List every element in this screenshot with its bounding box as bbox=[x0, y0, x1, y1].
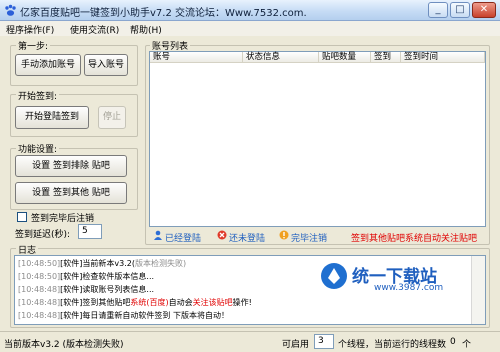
paw-icon bbox=[5, 4, 16, 16]
person-icon bbox=[153, 230, 163, 240]
watermark-url: www.3987.com bbox=[374, 283, 444, 293]
logout-after-label: 签到完毕后注销 bbox=[31, 214, 95, 224]
not-logged-in-link[interactable]: 还未登陆 bbox=[229, 231, 265, 244]
log-line: [10:48:48][软件]每日请重新自动软件签到 下版本将自动！ bbox=[18, 311, 229, 320]
delay-label: 签到延迟(秒): bbox=[15, 230, 71, 240]
log-line: [10:48:50][软件]当前新本v3.2(版本检测失败) bbox=[18, 259, 187, 268]
logout-after-checkbox[interactable] bbox=[17, 212, 27, 222]
column-signin-time[interactable]: 签到时间 bbox=[401, 52, 485, 63]
close-button[interactable]: ✕ bbox=[472, 2, 496, 18]
manual-add-account-button[interactable]: 手动添加账号 bbox=[15, 54, 81, 76]
log-line: [10:48:48][软件]签到其他贴吧系统(百度)自动会关注该贴吧操作! bbox=[18, 298, 252, 307]
features-title: 功能设置: bbox=[16, 142, 60, 155]
stop-button[interactable]: 停止 bbox=[98, 106, 126, 129]
maximize-button[interactable]: □ bbox=[450, 2, 470, 18]
running-count: 0 bbox=[450, 337, 456, 347]
running-label: 当前运行的线程数 bbox=[374, 340, 447, 350]
delay-input[interactable]: 5 bbox=[78, 224, 102, 239]
error-icon bbox=[217, 230, 227, 240]
column-account[interactable]: 账号 bbox=[150, 52, 243, 63]
minimize-button[interactable]: _ bbox=[428, 2, 448, 18]
thread-count-input[interactable]: 3 bbox=[314, 334, 334, 349]
account-list[interactable]: 账号 状态信息 贴吧数量 签到 签到时间 bbox=[149, 51, 486, 227]
brand-logo-icon bbox=[321, 263, 347, 289]
step1-title: 第一步: bbox=[16, 39, 51, 52]
column-bar-count[interactable]: 贴吧数量 bbox=[319, 52, 371, 63]
menu-community[interactable]: 使用交流(R) bbox=[70, 23, 119, 36]
done-logout-link[interactable]: 完毕注销 bbox=[291, 231, 327, 244]
list-header: 账号 状态信息 贴吧数量 签到 签到时间 bbox=[150, 52, 485, 63]
window-title: 亿家百度贴吧一键签到小助手v7.2 交流论坛：Www.7532.com. bbox=[20, 8, 307, 19]
running-unit: 个 bbox=[462, 340, 472, 350]
logged-in-link[interactable]: 已经登陆 bbox=[165, 231, 201, 244]
column-status[interactable]: 状态信息 bbox=[243, 52, 319, 63]
log-scrollbar[interactable] bbox=[471, 256, 485, 324]
import-account-button[interactable]: 导入账号 bbox=[84, 54, 128, 76]
version-status: 当前版本v3.2 (版本检测失败) bbox=[4, 340, 124, 350]
signin-title: 开始签到: bbox=[16, 89, 60, 102]
log-line: [10:48:50][软件]检查软件版本信息... bbox=[18, 272, 155, 281]
menu-help[interactable]: 帮助(H) bbox=[130, 23, 162, 36]
start-signin-button[interactable]: 开始登陆签到 bbox=[15, 106, 89, 129]
info-icon bbox=[279, 230, 289, 240]
exclude-bars-button[interactable]: 设置 签到排除 贴吧 bbox=[15, 155, 127, 177]
threads-label: 个线程， bbox=[338, 340, 375, 350]
enable-label: 可启用 bbox=[282, 340, 310, 350]
log-line: [10:48:48][软件]读取账号列表信息... bbox=[18, 285, 155, 294]
column-signin[interactable]: 签到 bbox=[371, 52, 401, 63]
other-bars-button[interactable]: 设置 签到其他 贴吧 bbox=[15, 182, 127, 204]
menu-program[interactable]: 程序操作(F) bbox=[6, 23, 54, 36]
promo-link[interactable]: 签到其他贴吧系统自动关注贴吧 bbox=[351, 231, 477, 244]
